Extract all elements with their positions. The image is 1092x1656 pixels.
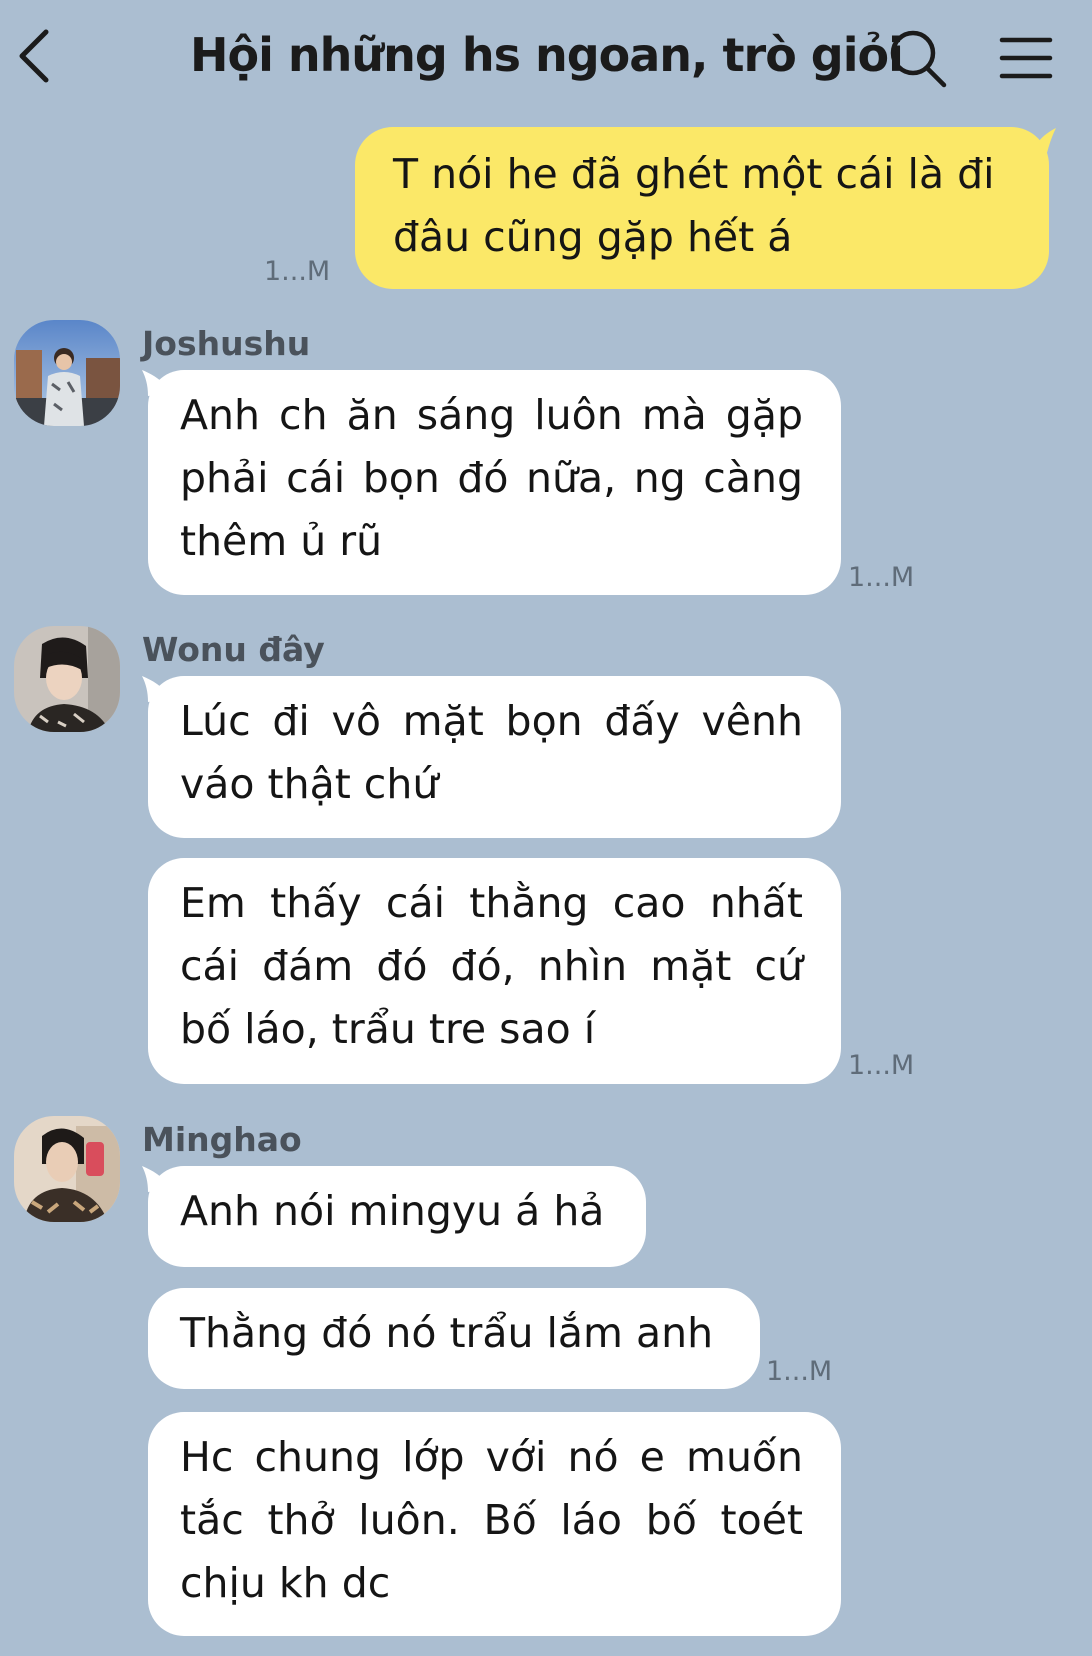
incoming-message-bubble[interactable]: Em thấy cái thằng cao nhất cái đám đó đó… — [148, 858, 841, 1084]
incoming-message-bubble[interactable]: Lúc đi vô mặt bọn đấy vênh váo thật chứ — [148, 676, 841, 838]
hamburger-menu-icon[interactable] — [998, 30, 1054, 86]
message-time: 1...M — [848, 562, 915, 593]
incoming-message-bubble[interactable]: Hc chung lớp với nó e muốn tắc thở luôn.… — [148, 1412, 841, 1636]
chat-header: Hội những hs ngoan, trò giỏi — [0, 0, 1092, 118]
incoming-message-bubble[interactable]: Thằng đó nó trẩu lắm anh — [148, 1288, 760, 1389]
sender-name: Minghao — [142, 1120, 302, 1159]
avatar-wonu[interactable] — [14, 626, 120, 732]
search-icon[interactable] — [886, 26, 950, 90]
message-time: 1...M — [848, 1050, 915, 1081]
message-time: 1...M — [766, 1356, 833, 1387]
sender-name: Wonu đây — [142, 630, 325, 669]
avatar-joshushu[interactable] — [14, 320, 120, 426]
chat-title: Hội những hs ngoan, trò giỏi — [190, 28, 904, 82]
chevron-left-icon[interactable] — [10, 26, 60, 86]
sender-name: Joshushu — [142, 324, 311, 363]
message-time: 1...M — [264, 256, 331, 287]
avatar-minghao[interactable] — [14, 1116, 120, 1222]
incoming-message-bubble[interactable]: Anh ch ăn sáng luôn mà gặp phải cái bọn … — [148, 370, 841, 595]
incoming-message-bubble[interactable]: Anh nói mingyu á hả — [148, 1166, 646, 1267]
outgoing-message-bubble[interactable]: T nói he đã ghét một cái là đi đâu cũng … — [355, 127, 1049, 289]
